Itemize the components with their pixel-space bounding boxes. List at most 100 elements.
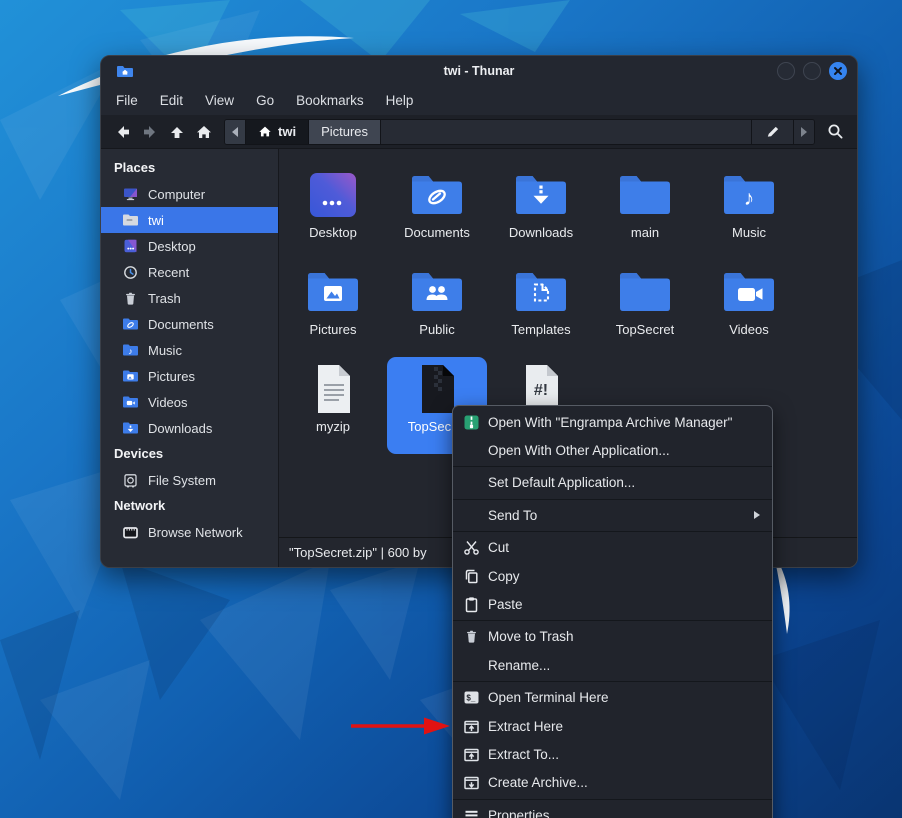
minimize-button[interactable] — [777, 62, 795, 80]
menu-separator — [453, 681, 772, 682]
menu-item-open-terminal-here[interactable]: $_ Open Terminal Here — [453, 684, 772, 712]
grid-item-downloads[interactable]: Downloads — [491, 163, 591, 260]
annotation-arrow — [348, 715, 452, 737]
close-icon — [833, 66, 843, 76]
path-button-label: twi — [278, 124, 296, 139]
menu-item-extract-here[interactable]: Extract Here — [453, 712, 772, 740]
path-scroll-left-button[interactable] — [225, 120, 246, 144]
sidebar-item-browse-network[interactable]: Browse Network — [101, 519, 278, 545]
back-button[interactable] — [109, 119, 136, 145]
grid-item-templates[interactable]: Templates — [491, 260, 591, 357]
menu-separator — [453, 499, 772, 500]
pathbar-empty[interactable] — [381, 120, 751, 144]
titlebar[interactable]: twi - Thunar — [101, 56, 857, 86]
menu-item-label: Send To — [488, 508, 746, 523]
sidebar: Places Computer twi Desktop Recent Trash… — [101, 149, 279, 567]
menu-item-label: Set Default Application... — [488, 475, 760, 490]
sidebar-header-network: Network — [101, 493, 278, 519]
sidebar-item-videos[interactable]: Videos — [101, 389, 278, 415]
grid-item-public[interactable]: Public — [387, 260, 487, 357]
path-scroll-right-button[interactable] — [793, 120, 814, 144]
forward-button[interactable] — [136, 119, 163, 145]
grid-item-myzip[interactable]: myzip — [283, 357, 383, 454]
folder-desktop-icon — [305, 167, 361, 223]
svg-text:♪: ♪ — [744, 187, 755, 210]
sidebar-item-pictures[interactable]: Pictures — [101, 363, 278, 389]
menu-bookmarks[interactable]: Bookmarks — [285, 86, 375, 115]
sidebar-item-computer[interactable]: Computer — [101, 181, 278, 207]
context-menu: Open With "Engrampa Archive Manager" Ope… — [452, 405, 773, 818]
menu-item-paste[interactable]: Paste — [453, 590, 772, 618]
menu-item-copy[interactable]: Copy — [453, 562, 772, 590]
menu-help[interactable]: Help — [375, 86, 425, 115]
chevron-right-icon — [800, 127, 808, 137]
sidebar-item-documents[interactable]: Documents — [101, 311, 278, 337]
grid-item-desktop[interactable]: Desktop — [283, 163, 383, 260]
sidebar-item-file-system[interactable]: File System — [101, 467, 278, 493]
path-button-label: Pictures — [321, 124, 368, 139]
grid-item-pictures[interactable]: Pictures — [283, 260, 383, 357]
maximize-button[interactable] — [803, 62, 821, 80]
grid-item-music[interactable]: ♪ Music — [699, 163, 799, 260]
menu-item-move-to-trash[interactable]: Move to Trash — [453, 623, 772, 651]
menu-item-label: Extract To... — [488, 747, 760, 762]
close-button[interactable] — [829, 62, 847, 80]
folder-video-icon — [721, 264, 777, 320]
sidebar-item-label: Recent — [148, 265, 189, 280]
menubar: File Edit View Go Bookmarks Help — [101, 86, 857, 115]
sidebar-item-twi[interactable]: twi — [101, 207, 278, 233]
sidebar-item-music[interactable]: ♪ Music — [101, 337, 278, 363]
copy-icon — [463, 568, 480, 585]
toggle-path-entry-button[interactable] — [751, 120, 793, 144]
sidebar-item-desktop[interactable]: Desktop — [101, 233, 278, 259]
menu-file[interactable]: File — [105, 86, 149, 115]
menu-item-label: Cut — [488, 540, 760, 555]
drive-icon — [122, 473, 139, 488]
home-icon — [258, 125, 272, 138]
menu-item-label: Copy — [488, 569, 760, 584]
menu-item-set-default-application[interactable]: Set Default Application... — [453, 469, 772, 497]
back-icon — [115, 124, 131, 140]
menu-item-open-with-engrampa-archive-manager[interactable]: Open With "Engrampa Archive Manager" — [453, 408, 772, 436]
menu-edit[interactable]: Edit — [149, 86, 194, 115]
menu-item-properties[interactable]: Properties... — [453, 801, 772, 818]
grid-item-documents[interactable]: Documents — [387, 163, 487, 260]
scissors-icon — [463, 539, 480, 556]
menu-item-cut[interactable]: Cut — [453, 534, 772, 562]
menu-separator — [453, 466, 772, 467]
path-button-twi[interactable]: twi — [246, 120, 309, 144]
menu-item-label: Rename... — [488, 658, 760, 673]
folder-paperclip-icon — [409, 167, 465, 223]
home-folder-icon — [122, 213, 139, 228]
folder-documents-icon — [122, 317, 139, 332]
home-button[interactable] — [190, 119, 217, 145]
menu-item-send-to[interactable]: Send To — [453, 501, 772, 529]
menu-item-rename[interactable]: Rename... — [453, 651, 772, 679]
grid-item-label: Public — [419, 322, 454, 337]
menu-item-extract-to[interactable]: Extract To... — [453, 740, 772, 768]
sidebar-item-recent[interactable]: Recent — [101, 259, 278, 285]
engrampa-icon — [463, 414, 480, 431]
no-icon — [463, 657, 480, 674]
file-text-icon — [305, 361, 361, 417]
svg-text:$_: $_ — [466, 694, 475, 703]
sidebar-header-places: Places — [101, 155, 278, 181]
menu-item-open-with-other-application[interactable]: Open With Other Application... — [453, 436, 772, 464]
grid-item-topsecret[interactable]: TopSecret — [595, 260, 695, 357]
menu-view[interactable]: View — [194, 86, 245, 115]
sidebar-item-downloads[interactable]: Downloads — [101, 415, 278, 441]
menu-go[interactable]: Go — [245, 86, 285, 115]
grid-item-main[interactable]: main — [595, 163, 695, 260]
menu-item-label: Extract Here — [488, 719, 760, 734]
sidebar-item-trash[interactable]: Trash — [101, 285, 278, 311]
toolbar: twi Pictures — [101, 115, 857, 149]
folder-pictures-icon — [122, 369, 139, 384]
sidebar-item-label: Pictures — [148, 369, 195, 384]
grid-item-label: Videos — [729, 322, 769, 337]
grid-item-videos[interactable]: Videos — [699, 260, 799, 357]
menu-item-create-archive[interactable]: Create Archive... — [453, 769, 772, 797]
path-button-pictures[interactable]: Pictures — [309, 120, 381, 144]
up-button[interactable] — [163, 119, 190, 145]
menu-item-label: Open With "Engrampa Archive Manager" — [488, 415, 760, 430]
search-button[interactable] — [821, 119, 849, 145]
